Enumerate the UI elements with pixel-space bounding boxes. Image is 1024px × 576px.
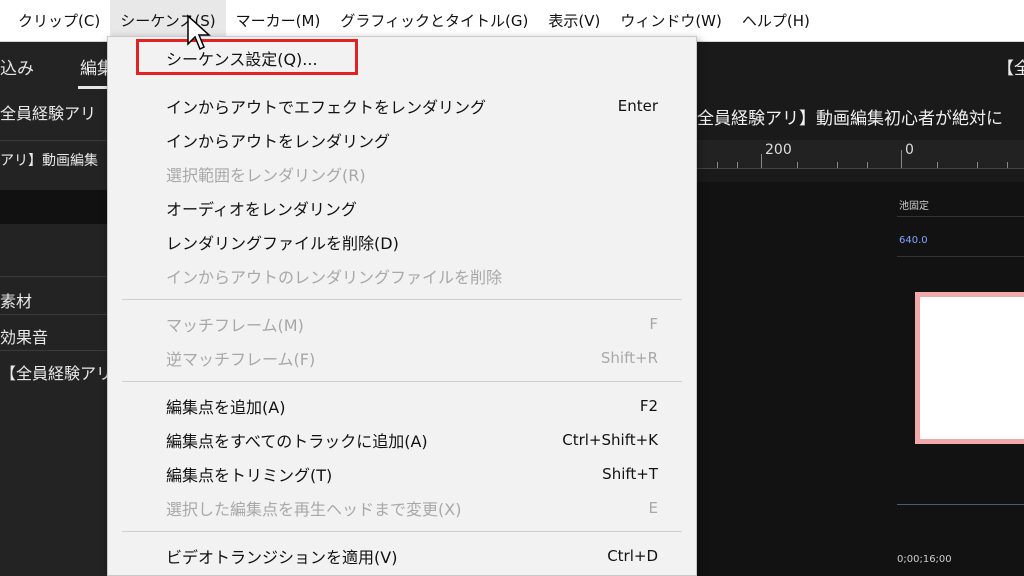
ruler-tick <box>837 162 838 168</box>
active-tab-indicator <box>78 86 108 89</box>
divider <box>897 216 1024 217</box>
menu-item: 選択した編集点を再生ヘッドまで変更(X) E <box>166 493 658 523</box>
menu-item-label: 編集点をすべてのトラックに追加(A) <box>166 432 428 451</box>
ruler-tick <box>737 162 738 168</box>
menu-item-label: マッチフレーム(M) <box>166 316 304 335</box>
panel-title: 【全 <box>997 59 1024 79</box>
menu-item-label: インからアウトのレンダリングファイルを削除 <box>166 268 503 287</box>
timeline-ruler[interactable]: 200 0 <box>697 140 1024 169</box>
menu-clip[interactable]: クリップ(C) <box>0 0 110 42</box>
sequence-dropdown-menu: シーケンス設定(Q)... インからアウトでエフェクトをレンダリング Enter イ… <box>107 36 697 576</box>
ruler-tick <box>797 162 798 168</box>
ruler-tick <box>1007 162 1008 168</box>
menu-item-label: インからアウトをレンダリング <box>166 132 391 151</box>
bin-item[interactable]: 効果音 <box>0 324 112 348</box>
menu-item-shortcut: F2 <box>639 397 658 415</box>
menu-separator <box>122 299 682 300</box>
menu-item-label: インからアウトでエフェクトをレンダリング <box>166 98 487 117</box>
menu-item-label: レンダリングファイルを削除(D) <box>166 234 399 253</box>
menu-item-shortcut: Shift+T <box>602 465 658 483</box>
video-frame-preview <box>915 292 1024 444</box>
divider <box>897 256 1024 257</box>
panel-row[interactable]: 全員経験アリ <box>0 100 112 124</box>
menu-item: 選択範囲をレンダリング(R) <box>166 159 658 189</box>
menu-item[interactable]: 編集点を追加(A) F2 <box>166 391 658 421</box>
menu-item[interactable]: インからアウトでエフェクトをレンダリング Enter <box>166 91 658 121</box>
menu-separator <box>122 381 682 382</box>
menu-item: 逆マッチフレーム(F) Shift+R <box>166 343 658 373</box>
divider <box>0 276 112 277</box>
menu-item-label: 編集点を追加(A) <box>166 398 286 417</box>
ruler-tick <box>761 154 762 168</box>
panel-row[interactable]: アリ】動画編集 <box>0 150 112 170</box>
menu-help[interactable]: ヘルプ(H) <box>732 0 820 42</box>
divider <box>897 504 1024 505</box>
ruler-label: 200 <box>765 142 792 158</box>
menu-item-label: 編集点をトリミング(T) <box>166 466 333 485</box>
menu-separator <box>122 531 682 532</box>
program-monitor-panel: 【全 全員経験アリ】動画編集初心者が絶対に 200 0 池固定 640.0 0;… <box>697 42 1024 576</box>
sequence-name: 全員経験アリ】動画編集初心者が絶対に <box>697 109 1003 129</box>
menu-item-label: ビデオトランジションを適用(V) <box>166 548 398 567</box>
mouse-cursor-icon <box>187 14 211 51</box>
menu-item: インからアウトのレンダリングファイルを削除 <box>166 261 658 291</box>
menu-item-shortcut: Ctrl+D <box>607 547 658 565</box>
menu-item[interactable]: オーディオをレンダリング <box>166 193 658 223</box>
bin-item[interactable]: 【全員経験アリ <box>0 360 112 384</box>
menu-item[interactable]: レンダリングファイルを削除(D) <box>166 227 658 257</box>
menu-item-label: オーディオをレンダリング <box>166 200 357 219</box>
menu-item-shortcut: Enter <box>617 97 658 115</box>
menu-item-shortcut: E <box>648 499 658 517</box>
project-panel: 込み 編集 全員経験アリ アリ】動画編集 素材 効果音 【全員経験アリ <box>0 42 112 576</box>
menu-item-shortcut: Shift+R <box>600 349 658 367</box>
menu-item-label: 逆マッチフレーム(F) <box>166 350 316 369</box>
panel-header-band <box>0 190 112 224</box>
timecode: 0;00;16;00 <box>897 554 952 565</box>
divider <box>0 350 112 351</box>
ruler-tick <box>937 162 938 168</box>
tab-import[interactable]: 込み <box>0 54 34 79</box>
effect-value[interactable]: 640.0 <box>899 235 928 246</box>
divider <box>0 314 112 315</box>
menu-item[interactable]: 編集点をトリミング(T) Shift+T <box>166 459 658 489</box>
menu-item-shortcut: F <box>649 315 658 333</box>
menu-item-shortcut: Ctrl+Shift+K <box>562 431 658 449</box>
divider <box>0 140 112 141</box>
menu-item[interactable]: ビデオトランジションを適用(V) Ctrl+D <box>166 541 658 571</box>
ruler-tick <box>717 162 718 168</box>
menu-item-label: 選択した編集点を再生ヘッドまで変更(X) <box>166 500 462 519</box>
effect-label: 池固定 <box>899 201 929 212</box>
menu-item-label: 選択範囲をレンダリング(R) <box>166 166 366 185</box>
bin-item[interactable]: 素材 <box>0 288 112 312</box>
ruler-tick <box>977 162 978 168</box>
ruler-label: 0 <box>905 142 914 158</box>
ruler-tick <box>867 162 868 168</box>
ruler-tick <box>901 150 902 168</box>
menu-item[interactable]: インからアウトをレンダリング <box>166 125 658 155</box>
menu-item: マッチフレーム(M) F <box>166 309 658 339</box>
red-highlight-box <box>136 39 358 75</box>
menu-item[interactable]: 編集点をすべてのトラックに追加(A) Ctrl+Shift+K <box>166 425 658 455</box>
